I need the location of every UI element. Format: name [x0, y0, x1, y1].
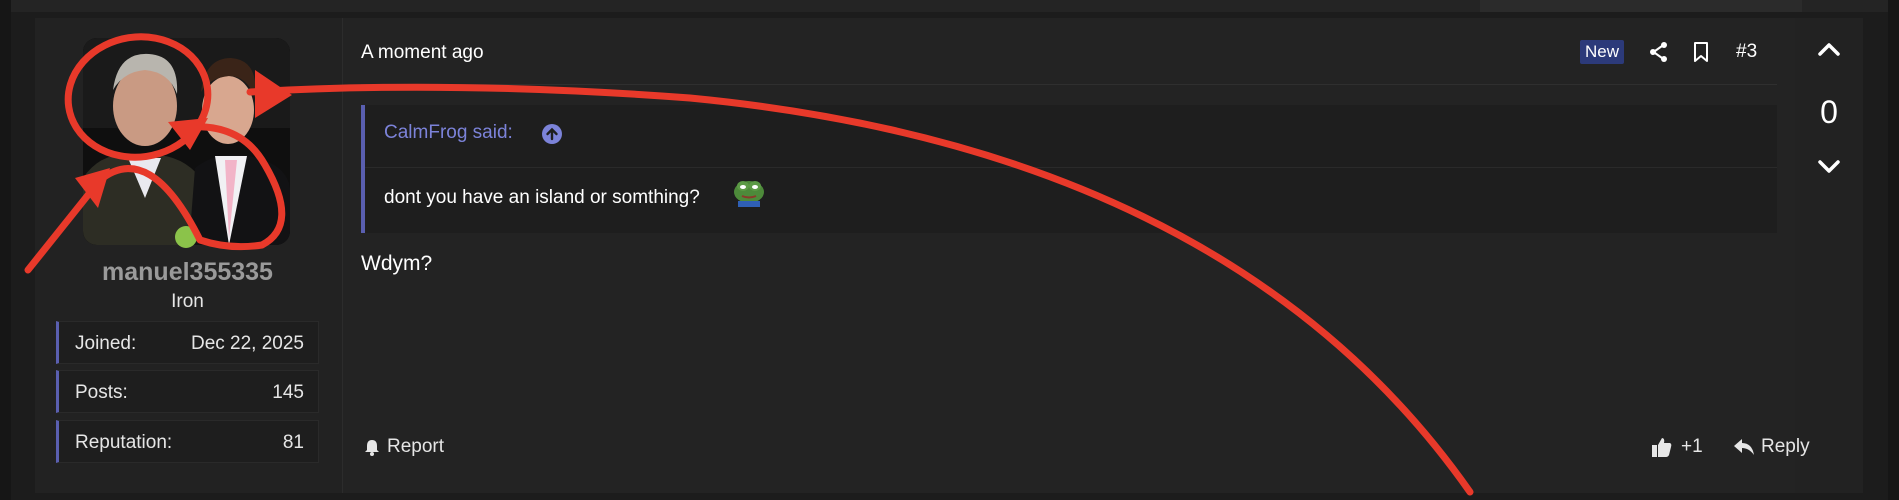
new-badge: New	[1580, 40, 1625, 64]
stat-posts: Posts: 145	[56, 370, 319, 413]
quote-header: CalmFrog said:	[365, 105, 1777, 168]
jump-to-quote-icon[interactable]	[541, 123, 563, 145]
share-icon[interactable]	[1647, 40, 1671, 64]
right-rail	[1888, 0, 1899, 500]
upvote-chevron-icon[interactable]	[1817, 38, 1841, 62]
header-divider	[361, 84, 1777, 85]
stat-label: Posts:	[75, 382, 128, 403]
post-timestamp[interactable]: A moment ago	[361, 42, 484, 64]
forum-post: manuel355335 Iron Joined: Dec 22, 2025 P…	[35, 18, 1863, 493]
thumbs-up-icon	[1652, 438, 1672, 457]
stat-value: 145	[272, 382, 304, 403]
stat-joined: Joined: Dec 22, 2025	[56, 321, 319, 364]
quote-author[interactable]: CalmFrog said:	[384, 122, 513, 144]
user-rank: Iron	[171, 291, 204, 312]
top-bar	[0, 0, 1899, 12]
avatar[interactable]	[83, 38, 290, 245]
post-message: Wdym?	[361, 252, 433, 275]
downvote-chevron-icon[interactable]	[1817, 154, 1841, 178]
post-content: A moment ago New #3 CalmFrog said: dont …	[342, 18, 1810, 493]
vote-count: 0	[1820, 94, 1838, 130]
bell-icon	[365, 440, 379, 456]
stat-label: Reputation:	[75, 432, 173, 453]
report-button[interactable]: Report	[363, 436, 444, 458]
report-label: Report	[387, 436, 445, 457]
avatar-photo	[83, 38, 290, 245]
post-number[interactable]: #3	[1736, 41, 1757, 63]
user-info-panel: manuel355335 Iron Joined: Dec 22, 2025 P…	[35, 18, 340, 493]
stat-value: Dec 22, 2025	[190, 333, 304, 354]
username[interactable]: manuel355335	[35, 258, 340, 287]
left-rail	[0, 0, 11, 500]
reply-arrow-icon	[1734, 439, 1754, 455]
frog-emoji-icon	[734, 181, 764, 207]
stat-label: Joined:	[75, 333, 137, 354]
like-button[interactable]: +1	[1651, 436, 1703, 458]
online-status-dot	[175, 226, 197, 248]
stat-value: 81	[282, 432, 304, 453]
quote-block: CalmFrog said: dont you have an island o…	[361, 105, 1777, 233]
stat-reputation: Reputation: 81	[56, 420, 319, 463]
quote-text: dont you have an island or somthing?	[384, 187, 700, 208]
bookmark-icon[interactable]	[1689, 40, 1713, 64]
vote-panel: 0	[1795, 18, 1863, 493]
like-count: +1	[1681, 436, 1703, 457]
